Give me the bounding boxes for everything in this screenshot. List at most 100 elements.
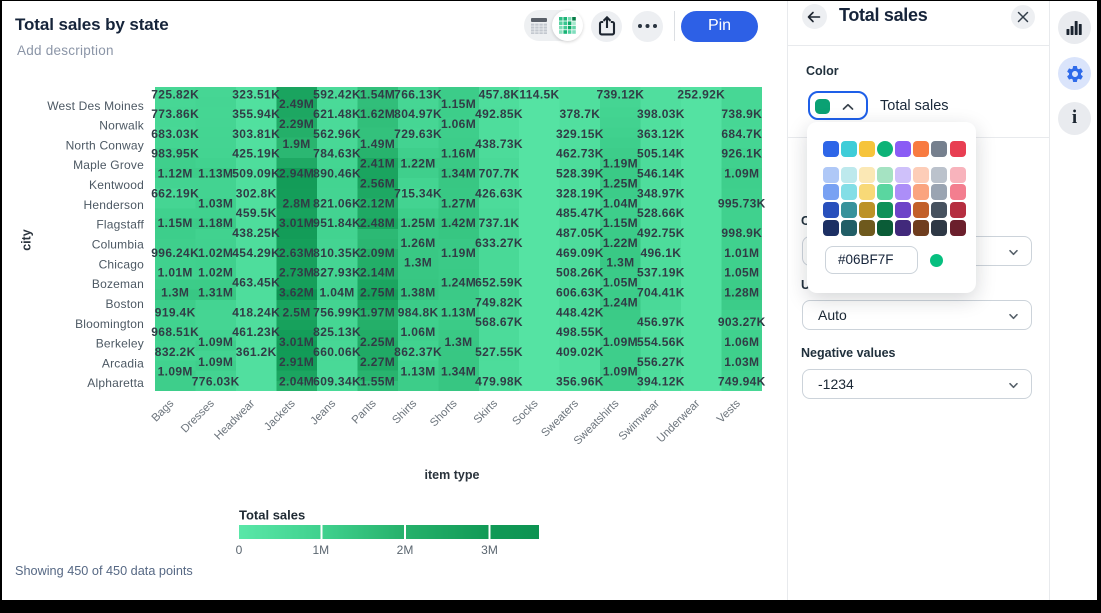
svg-text:756.99K: 756.99K — [313, 305, 361, 319]
svg-text:1.02M: 1.02M — [198, 246, 233, 260]
svg-text:418.24K: 418.24K — [232, 305, 280, 319]
svg-text:1.09M: 1.09M — [603, 335, 638, 349]
svg-text:2.63M: 2.63M — [279, 246, 314, 260]
svg-text:Pants: Pants — [350, 397, 379, 426]
svg-text:1.06M: 1.06M — [724, 335, 759, 349]
svg-text:1.3M: 1.3M — [404, 256, 432, 270]
svg-text:773.86K: 773.86K — [151, 107, 199, 121]
svg-text:1.03M: 1.03M — [724, 355, 759, 369]
svg-text:city: city — [20, 229, 34, 251]
svg-text:1.09M: 1.09M — [198, 355, 233, 369]
svg-text:2M: 2M — [397, 543, 414, 557]
svg-text:425.19K: 425.19K — [232, 147, 280, 161]
svg-text:749.82K: 749.82K — [475, 295, 523, 309]
svg-text:461.23K: 461.23K — [232, 325, 280, 339]
svg-text:252.92K: 252.92K — [677, 87, 725, 101]
svg-text:903.27K: 903.27K — [718, 315, 766, 329]
svg-text:1.3M: 1.3M — [161, 285, 189, 299]
svg-text:609.34K: 609.34K — [313, 375, 361, 389]
svg-text:Flagstaff: Flagstaff — [96, 218, 144, 232]
svg-text:725.82K: 725.82K — [151, 87, 199, 101]
svg-text:426.63K: 426.63K — [475, 186, 523, 200]
svg-text:Maple Grove: Maple Grove — [73, 158, 144, 172]
svg-text:1.03M: 1.03M — [198, 196, 233, 210]
svg-text:North Conway: North Conway — [66, 138, 144, 152]
svg-text:1.28M: 1.28M — [724, 285, 759, 299]
svg-text:662.19K: 662.19K — [151, 186, 199, 200]
svg-text:1.09M: 1.09M — [603, 365, 638, 379]
svg-text:492.75K: 492.75K — [637, 226, 685, 240]
svg-text:996.24K: 996.24K — [151, 246, 199, 260]
svg-text:1.15M: 1.15M — [603, 216, 638, 230]
svg-text:592.42K: 592.42K — [313, 87, 361, 101]
svg-text:Bloomington: Bloomington — [75, 317, 144, 331]
svg-text:Underwear: Underwear — [655, 397, 703, 445]
svg-text:Berkeley: Berkeley — [96, 337, 144, 351]
svg-text:984.8K: 984.8K — [398, 305, 439, 319]
svg-text:303.81K: 303.81K — [232, 127, 280, 141]
svg-text:804.97K: 804.97K — [394, 107, 442, 121]
svg-text:568.67K: 568.67K — [475, 315, 523, 329]
svg-text:463.45K: 463.45K — [232, 276, 280, 290]
svg-text:Chicago: Chicago — [99, 257, 145, 271]
svg-text:528.39K: 528.39K — [556, 167, 604, 181]
svg-text:Boston: Boston — [105, 297, 144, 311]
svg-text:556.27K: 556.27K — [637, 355, 685, 369]
svg-text:363.12K: 363.12K — [637, 127, 685, 141]
svg-text:2.8M: 2.8M — [283, 196, 311, 210]
svg-text:Vests: Vests — [715, 397, 743, 425]
svg-text:2.73M: 2.73M — [279, 266, 314, 280]
svg-text:2.04M: 2.04M — [279, 375, 314, 389]
svg-text:Skirts: Skirts — [472, 397, 501, 426]
svg-text:1.34M: 1.34M — [441, 365, 476, 379]
svg-text:1.49M: 1.49M — [360, 137, 395, 151]
svg-text:Columbia: Columbia — [92, 238, 144, 252]
svg-text:1.01M: 1.01M — [158, 266, 193, 280]
svg-text:498.55K: 498.55K — [556, 325, 604, 339]
svg-text:527.55K: 527.55K — [475, 345, 523, 359]
svg-text:1.05M: 1.05M — [724, 266, 759, 280]
svg-text:Henderson: Henderson — [83, 198, 144, 212]
svg-text:633.27K: 633.27K — [475, 236, 523, 250]
svg-text:1.13M: 1.13M — [198, 167, 233, 181]
svg-text:1.06M: 1.06M — [401, 325, 436, 339]
svg-text:704.41K: 704.41K — [637, 285, 685, 299]
svg-text:509.09K: 509.09K — [232, 167, 280, 181]
svg-text:496.1K: 496.1K — [641, 246, 682, 260]
svg-text:2.41M: 2.41M — [360, 157, 395, 171]
svg-text:1.27M: 1.27M — [441, 196, 476, 210]
svg-text:810.35K: 810.35K — [313, 246, 361, 260]
svg-text:1.09M: 1.09M — [198, 335, 233, 349]
svg-text:821.06K: 821.06K — [313, 196, 361, 210]
svg-text:1.54M: 1.54M — [360, 87, 395, 101]
svg-text:2.09M: 2.09M — [360, 246, 395, 260]
svg-text:3M: 3M — [481, 543, 498, 557]
svg-text:2.14M: 2.14M — [360, 266, 395, 280]
svg-text:926.1K: 926.1K — [721, 147, 762, 161]
svg-text:1.26M: 1.26M — [401, 236, 436, 250]
svg-text:2.29M: 2.29M — [279, 117, 314, 131]
svg-text:1.09M: 1.09M — [724, 167, 759, 181]
svg-text:2.25M: 2.25M — [360, 335, 395, 349]
svg-text:1.01M: 1.01M — [724, 246, 759, 260]
svg-text:832.2K: 832.2K — [155, 345, 196, 359]
svg-text:707.7K: 707.7K — [479, 167, 520, 181]
svg-text:1.13M: 1.13M — [401, 365, 436, 379]
svg-text:Headwear: Headwear — [212, 397, 257, 442]
svg-text:0: 0 — [236, 543, 243, 557]
svg-text:485.47K: 485.47K — [556, 206, 604, 220]
svg-text:2.91M: 2.91M — [279, 355, 314, 369]
svg-text:457.8K: 457.8K — [479, 87, 520, 101]
svg-text:454.29K: 454.29K — [232, 246, 280, 260]
svg-text:409.02K: 409.02K — [556, 345, 604, 359]
svg-text:1.02M: 1.02M — [198, 266, 233, 280]
svg-text:456.97K: 456.97K — [637, 315, 685, 329]
svg-text:749.94K: 749.94K — [718, 375, 766, 389]
svg-text:729.63K: 729.63K — [394, 127, 442, 141]
svg-text:621.48K: 621.48K — [313, 107, 361, 121]
svg-text:1.06M: 1.06M — [441, 117, 476, 131]
svg-text:2.27M: 2.27M — [360, 355, 395, 369]
svg-text:Jeans: Jeans — [308, 397, 338, 427]
svg-text:378.7K: 378.7K — [560, 107, 601, 121]
svg-text:827.93K: 827.93K — [313, 266, 361, 280]
